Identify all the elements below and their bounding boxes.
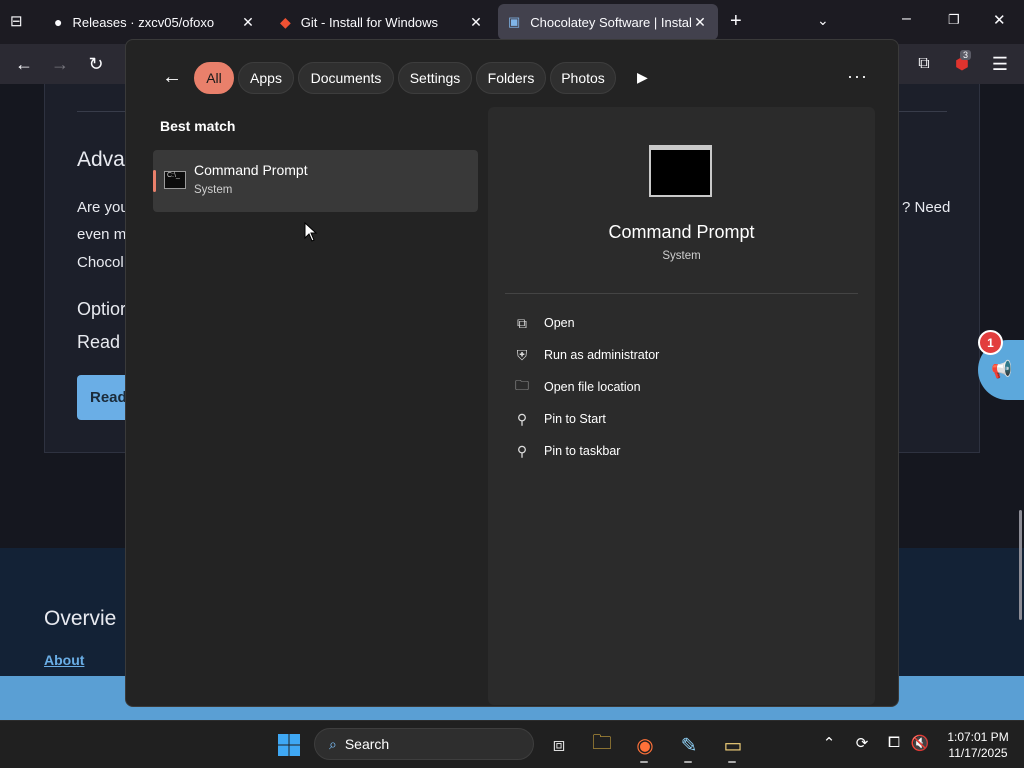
display-icon[interactable]: ⧠	[883, 734, 905, 751]
best-match-label: Best match	[160, 118, 236, 134]
tab-list-icon[interactable]: ⊟	[10, 12, 30, 32]
close-icon[interactable]: ✕	[692, 14, 708, 31]
footer-heading: Overvie	[44, 607, 117, 630]
forward-icon[interactable]: →	[48, 52, 72, 76]
detail-divider	[505, 293, 858, 294]
result-type: System	[194, 184, 233, 196]
tab-git[interactable]: ◆ Git - Install for Windows ✕	[270, 4, 494, 40]
notification-badge: 1	[978, 330, 1003, 355]
clock-time: 1:07:01 PM	[947, 730, 1009, 744]
selection-accent	[153, 170, 156, 192]
file-explorer-icon[interactable]: 🗀	[585, 728, 619, 762]
cmd-large-icon	[649, 145, 712, 197]
page-scrollbar[interactable]	[1019, 510, 1022, 620]
action-run-as-admin[interactable]: ⛨ Run as administrator	[512, 344, 660, 366]
action-label: Pin to taskbar	[544, 444, 621, 458]
action-pin-to-taskbar[interactable]: ⚲ Pin to taskbar	[512, 440, 621, 462]
tray-chevron-up-icon[interactable]: ⌃	[818, 734, 840, 752]
running-indicator	[684, 761, 692, 763]
taskbar-search[interactable]: ⌕ Search	[314, 728, 534, 760]
tab-title: Chocolatey Software | Installing	[530, 14, 692, 30]
filter-all[interactable]: All	[194, 62, 234, 94]
action-label: Pin to Start	[544, 412, 606, 426]
paragraph-text: Are you	[77, 199, 129, 216]
play-more-filters-icon[interactable]: ▶	[637, 69, 648, 86]
filter-photos[interactable]: Photos	[550, 62, 616, 94]
back-arrow-icon[interactable]: ←	[162, 66, 182, 89]
open-external-icon: ⧉	[517, 314, 527, 331]
megaphone-icon: 📢	[991, 360, 1013, 379]
footer-link-about[interactable]: About	[44, 652, 84, 668]
filter-apps[interactable]: Apps	[238, 62, 294, 94]
folder-app-icon[interactable]: ▭	[716, 728, 750, 762]
github-icon: ●	[54, 14, 63, 30]
action-label: Open	[544, 316, 575, 330]
action-open-file-location[interactable]: 🗀 Open file location	[512, 376, 641, 398]
detail-type: System	[662, 250, 701, 262]
system-clock[interactable]: 1:07:01 PM 11/17/2025	[940, 729, 1016, 761]
firefox-icon[interactable]: ◉	[628, 728, 662, 762]
volume-muted-icon[interactable]: 🔇	[909, 734, 931, 752]
back-icon[interactable]: ←	[12, 52, 36, 76]
filter-settings[interactable]: Settings	[398, 62, 472, 94]
pin-icon: ⚲	[516, 442, 528, 459]
detail-name: Command Prompt	[608, 222, 755, 242]
paragraph-text: Chocol	[77, 254, 124, 271]
task-view-icon[interactable]: ⧈	[542, 728, 576, 762]
running-indicator	[728, 761, 736, 763]
filter-folders[interactable]: Folders	[476, 62, 546, 94]
extensions-icon[interactable]: ⧉	[912, 52, 936, 76]
running-indicator	[640, 761, 648, 763]
chevron-down-icon[interactable]: ⌄	[817, 12, 829, 29]
tab-releases[interactable]: ● Releases · zxcv05/ofoxo ✕	[44, 4, 266, 40]
action-pin-to-start[interactable]: ⚲ Pin to Start	[512, 408, 606, 430]
search-icon: ⌕	[329, 735, 337, 752]
new-tab-icon[interactable]: +	[730, 10, 742, 33]
tab-title: Git - Install for Windows	[300, 14, 439, 30]
mouse-cursor-icon	[304, 222, 318, 242]
extension-badge: 3	[960, 50, 972, 60]
action-label: Run as administrator	[544, 348, 660, 362]
menu-icon[interactable]: ☰	[988, 52, 1012, 76]
action-open[interactable]: ⧉ Open	[512, 312, 575, 334]
tab-chocolatey[interactable]: ▣ Chocolatey Software | Installing ✕	[498, 4, 718, 40]
clock-date: 11/17/2025	[948, 746, 1008, 760]
windows-start-icon[interactable]	[272, 728, 306, 762]
restore-icon[interactable]: ❐	[948, 12, 960, 28]
more-options-icon[interactable]: ···	[847, 66, 868, 87]
admin-shield-icon: ⛨	[516, 346, 528, 363]
pin-icon: ⚲	[516, 410, 528, 427]
option-text: Optior	[77, 299, 127, 319]
reload-icon[interactable]: ↻	[84, 52, 108, 76]
folder-icon: 🗀	[515, 377, 529, 393]
result-command-prompt[interactable]: C:\_ Command Prompt System	[153, 150, 478, 212]
browser-tab-bar: ⊟ ● Releases · zxcv05/ofoxo ✕ ◆ Git - In…	[0, 0, 1024, 44]
paragraph-text: even m	[77, 226, 127, 243]
result-name: Command Prompt	[194, 162, 308, 178]
close-window-icon[interactable]: ✕	[993, 11, 1006, 29]
section-heading: Adva	[77, 148, 125, 171]
notepad-icon[interactable]: ✎	[672, 728, 706, 762]
minimize-icon[interactable]: –	[902, 10, 911, 28]
paragraph-text: ? Need	[902, 199, 951, 216]
close-icon[interactable]: ✕	[240, 14, 256, 31]
search-label: Search	[344, 736, 390, 752]
filter-documents[interactable]: Documents	[298, 62, 394, 94]
read-text: Read t	[77, 332, 131, 352]
sync-icon[interactable]: ⟳	[851, 734, 873, 752]
chocolatey-icon: ▣	[508, 14, 521, 29]
action-label: Open file location	[544, 380, 641, 394]
git-icon: ◆	[280, 13, 291, 30]
tab-title: Releases · zxcv05/ofoxo	[72, 14, 215, 30]
close-icon[interactable]: ✕	[468, 14, 484, 31]
cmd-app-icon: C:\_	[164, 171, 186, 189]
